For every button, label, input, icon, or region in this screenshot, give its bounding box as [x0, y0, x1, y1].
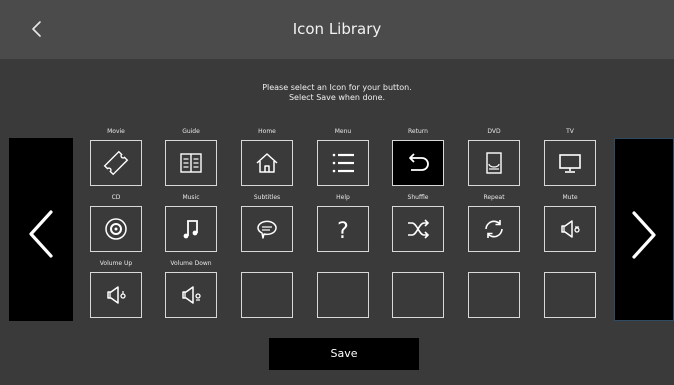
- icon-tile[interactable]: [241, 140, 293, 186]
- empty-icon-tile[interactable]: [317, 272, 369, 318]
- icon-tile[interactable]: [544, 140, 596, 186]
- icon-tile[interactable]: [165, 140, 217, 186]
- repeat-icon: [485, 220, 503, 238]
- empty-icon-tile[interactable]: [468, 272, 520, 318]
- music-note-icon: [183, 220, 198, 239]
- icon-tile[interactable]: [317, 140, 369, 186]
- instructions: Please select an Icon for your button. S…: [0, 83, 674, 103]
- dvd-player-icon: [486, 152, 502, 174]
- icon-tile[interactable]: [165, 206, 217, 252]
- chevron-left-icon: [29, 210, 53, 258]
- icon-tile[interactable]: [392, 206, 444, 252]
- empty-icon-tile[interactable]: [241, 272, 293, 318]
- icon-tile[interactable]: [90, 272, 142, 318]
- list-icon: [332, 153, 354, 173]
- icon-tile[interactable]: [90, 140, 142, 186]
- tv-icon: [559, 154, 581, 173]
- home-icon: [256, 153, 278, 173]
- question-mark-icon: ?: [337, 219, 349, 244]
- header-bar: Icon Library: [0, 0, 674, 59]
- next-page-button[interactable]: [614, 138, 674, 321]
- book-icon: [180, 153, 202, 173]
- speech-bubble-icon: [257, 220, 277, 239]
- disc-icon: [105, 218, 127, 240]
- icon-tile[interactable]: [241, 206, 293, 252]
- icon-tile[interactable]: ?: [317, 206, 369, 252]
- page-title: Icon Library: [292, 20, 382, 38]
- return-arrow-icon: [409, 153, 429, 171]
- icon-tile[interactable]: [468, 140, 520, 186]
- save-button[interactable]: Save: [269, 338, 419, 370]
- speaker-volume-up-icon: [107, 286, 126, 304]
- speaker-mute-icon: [561, 220, 580, 238]
- instructions-line-1: Please select an Icon for your button.: [262, 83, 412, 92]
- empty-icon-tile[interactable]: [544, 272, 596, 318]
- previous-page-button[interactable]: [9, 138, 73, 321]
- icon-tile[interactable]: [165, 272, 217, 318]
- instructions-line-2: Select Save when done.: [288, 93, 386, 102]
- speaker-volume-down-icon: [182, 286, 201, 304]
- icon-tile[interactable]: [468, 206, 520, 252]
- icon-option-label: Mute: [562, 194, 578, 201]
- chevron-right-icon: [632, 211, 656, 259]
- icon-tile[interactable]: [544, 206, 596, 252]
- ticket-icon: [103, 150, 129, 176]
- icon-tile[interactable]: [90, 206, 142, 252]
- shuffle-icon: [408, 219, 430, 239]
- icon-option-label: TV: [566, 128, 574, 135]
- icon-option-label: [524, 259, 616, 269]
- svg-text:?: ?: [337, 219, 349, 244]
- icon-tile[interactable]: [392, 140, 444, 186]
- empty-icon-tile[interactable]: [392, 272, 444, 318]
